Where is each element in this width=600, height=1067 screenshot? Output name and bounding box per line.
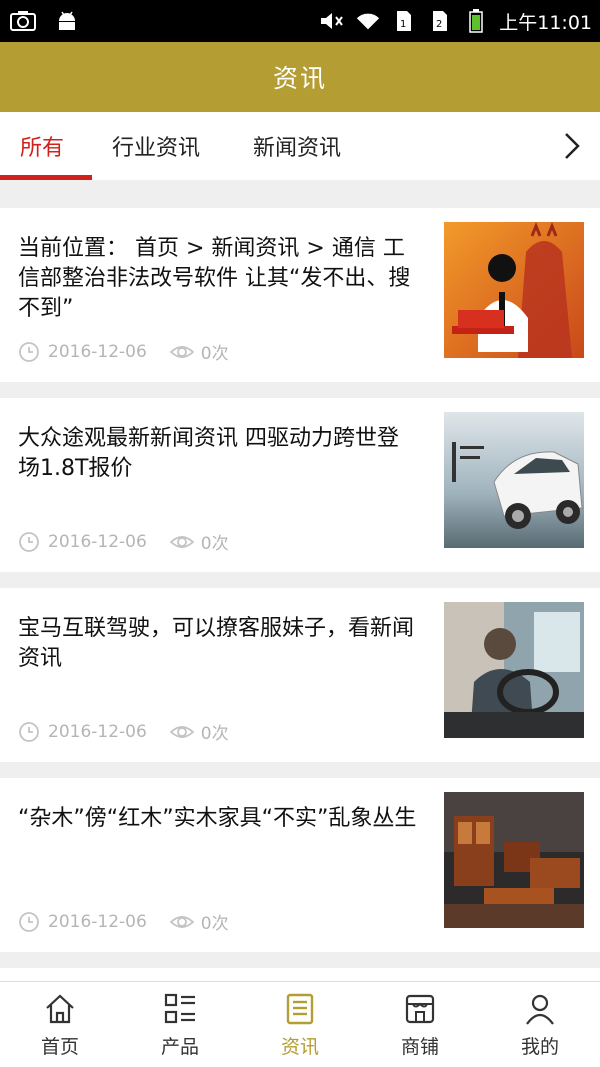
tab-label: 新闻资讯	[253, 136, 342, 161]
eye-icon	[169, 915, 195, 928]
tab-news[interactable]: 新闻资讯	[253, 112, 341, 180]
article-thumbnail	[444, 222, 584, 358]
nav-news[interactable]: 资讯	[240, 982, 360, 1067]
article-title: 大众途观最新新闻资讯 四驱动力跨世登场1.8T报价	[18, 426, 399, 481]
nav-label: 首页	[40, 1035, 79, 1058]
article-date: 2016-12-06	[48, 341, 147, 362]
tab-industry-news[interactable]: 行业资讯	[112, 112, 200, 180]
article-meta: 2016-12-06 0次	[18, 719, 229, 744]
mute-icon	[319, 9, 345, 33]
eye-icon	[169, 345, 195, 358]
article-title: 宝马互联驾驶，可以撩客服妹子，看新闻资讯	[18, 616, 415, 671]
nav-label: 我的	[520, 1035, 559, 1058]
article-thumbnail	[444, 602, 584, 738]
article-card[interactable]: “杂木”傍“红木”实木家具“不实”乱象丛生 2016-12-06 0次	[0, 778, 600, 952]
svg-text:1: 1	[400, 19, 406, 30]
article-views: 0次	[200, 724, 229, 744]
article-date: 2016-12-06	[48, 721, 147, 742]
nav-store[interactable]: 商铺	[360, 982, 480, 1067]
nav-label: 资讯	[280, 1035, 319, 1058]
screenshot-icon	[10, 9, 36, 33]
article-title: 当前位置： 首页 > 新闻资讯 > 通信 工信部整治非法改号软件 让其“发不出、…	[18, 236, 411, 321]
article-card[interactable]: 宝马互联驾驶，可以撩客服妹子，看新闻资讯 2016-12-06 0次	[0, 588, 600, 762]
nav-label: 产品	[160, 1035, 199, 1058]
tab-label: 所有	[20, 136, 65, 161]
news-icon	[286, 993, 314, 1024]
grid-list-icon	[164, 993, 195, 1023]
bottom-navigation: 首页 产品 资讯 商铺 我的	[0, 981, 600, 1067]
app-screen: 1 2 上午11:01 资讯 所有 行业资讯 新闻资讯 当前位置： 首页 > 新…	[0, 0, 600, 1067]
article-card[interactable]: 当前位置： 首页 > 新闻资讯 > 通信 工信部整治非法改号软件 让其“发不出、…	[0, 208, 600, 382]
android-icon	[54, 9, 80, 33]
nav-home[interactable]: 首页	[0, 982, 120, 1067]
clock-icon	[19, 531, 39, 552]
svg-text:2: 2	[436, 19, 442, 30]
clock-icon	[19, 341, 39, 362]
category-tabs: 所有 行业资讯 新闻资讯	[0, 112, 600, 180]
tab-all[interactable]: 所有	[0, 112, 92, 180]
clock-icon	[19, 721, 39, 742]
battery-icon	[463, 9, 489, 33]
article-date: 2016-12-06	[48, 911, 147, 932]
sim2-icon: 2	[427, 9, 453, 33]
sim1-icon: 1	[391, 9, 417, 33]
eye-icon	[169, 535, 195, 548]
nav-label: 商铺	[400, 1035, 439, 1058]
nav-products[interactable]: 产品	[120, 982, 240, 1067]
article-title: “杂木”傍“红木”实木家具“不实”乱象丛生	[18, 806, 417, 831]
article-meta: 2016-12-06 0次	[18, 339, 229, 364]
page-title: 资讯	[272, 64, 327, 93]
article-thumbnail	[444, 792, 584, 928]
article-meta: 2016-12-06 0次	[18, 529, 229, 554]
title-bar: 资讯	[0, 42, 600, 112]
article-card[interactable]: 大众途观最新新闻资讯 四驱动力跨世登场1.8T报价 2016-12-06 0次	[0, 398, 600, 572]
article-thumbnail	[444, 412, 584, 548]
status-bar: 1 2 上午11:01	[0, 0, 600, 42]
article-meta: 2016-12-06 0次	[18, 909, 229, 934]
store-icon	[405, 994, 435, 1023]
home-icon	[46, 994, 74, 1023]
status-time: 上午11:01	[499, 11, 592, 34]
nav-profile[interactable]: 我的	[480, 982, 600, 1067]
tab-label: 行业资讯	[112, 136, 201, 161]
article-views: 0次	[200, 344, 229, 364]
tab-active-indicator	[0, 175, 92, 180]
article-date: 2016-12-06	[48, 531, 147, 552]
chevron-right-icon[interactable]	[556, 130, 586, 162]
article-views: 0次	[200, 914, 229, 934]
wifi-icon	[355, 9, 381, 33]
clock-icon	[19, 911, 39, 932]
eye-icon	[169, 725, 195, 738]
user-icon	[526, 994, 554, 1025]
article-views: 0次	[200, 534, 229, 554]
